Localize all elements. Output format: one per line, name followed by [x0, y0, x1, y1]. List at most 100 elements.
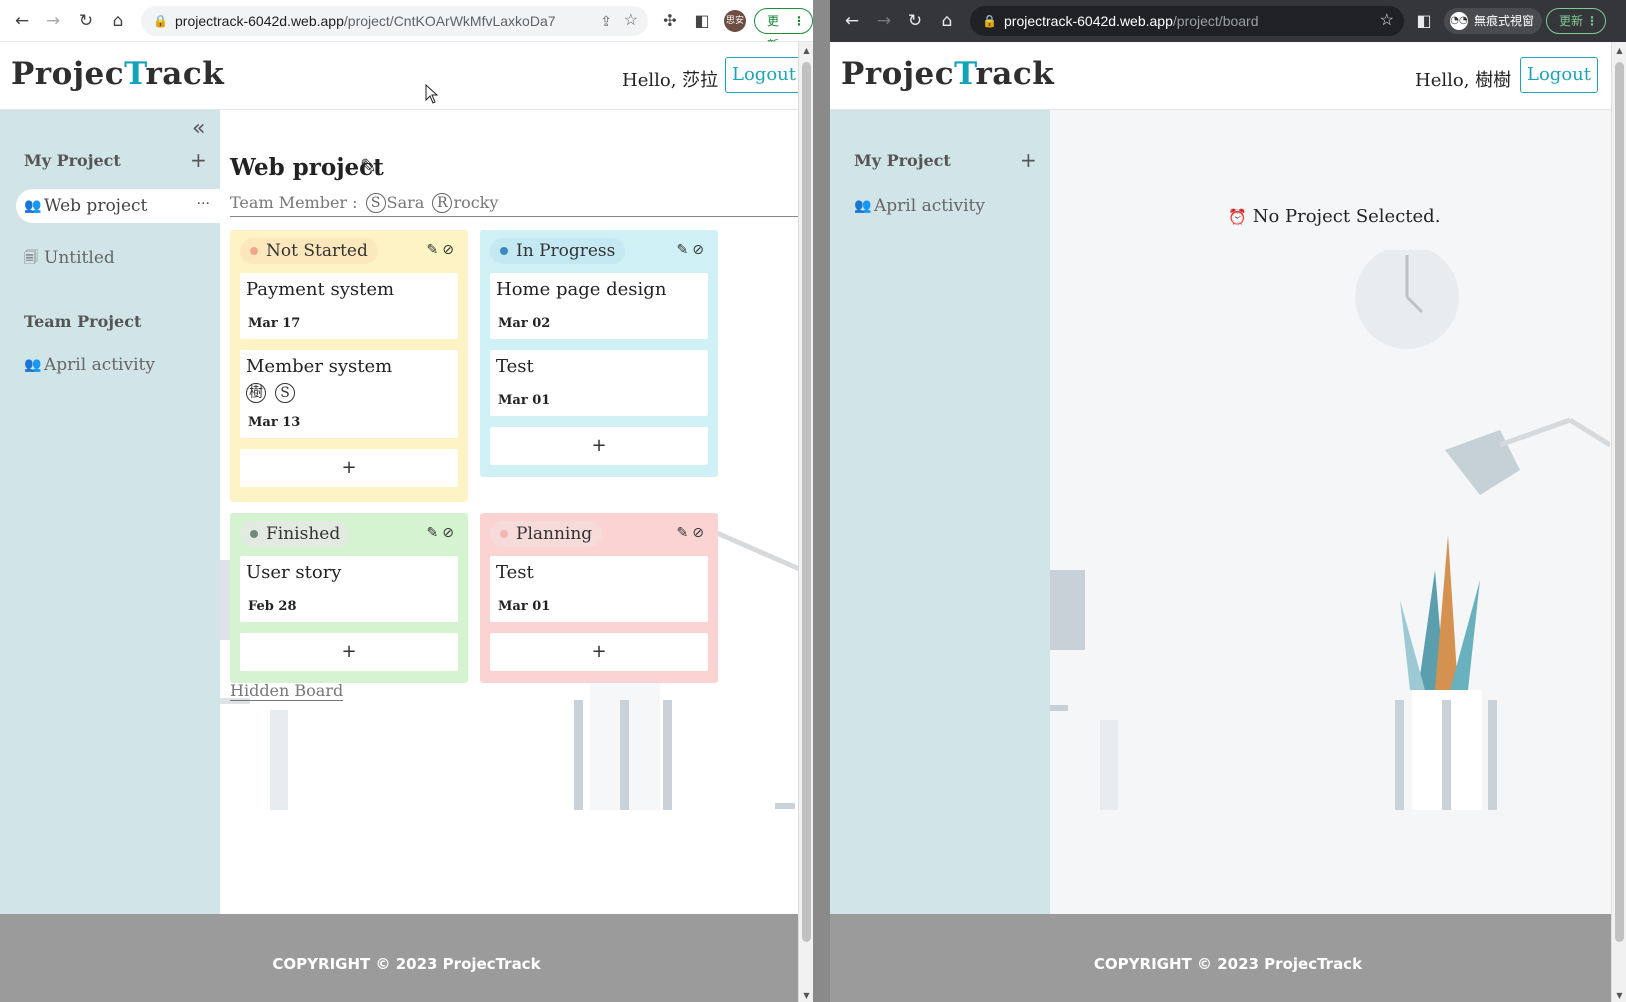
sidebar-item-label: Untitled [44, 248, 115, 268]
card-date: Mar 01 [498, 599, 551, 614]
add-card-button[interactable]: + [240, 633, 458, 671]
reload-icon[interactable]: ↻ [905, 11, 925, 31]
address-bar[interactable]: 🔒 projectrack-6042d.web.app/project/boar… [970, 6, 1404, 36]
card-date: Feb 28 [248, 599, 297, 614]
sidebar-item-web-project[interactable]: 👥 Web project ··· [16, 189, 220, 223]
logout-button[interactable]: Logout [725, 57, 803, 93]
page-scrollbar[interactable]: ▲ ▼ [1611, 42, 1626, 1002]
hidden-board-link[interactable]: Hidden Board [230, 682, 344, 701]
update-button[interactable]: 更新⋮ [754, 8, 813, 52]
background-illustration [1050, 250, 1610, 810]
empty-state-text: No Project Selected. [1252, 206, 1441, 227]
sidebar-item-april-activity[interactable]: 👥 April activity [16, 348, 220, 382]
hide-icon[interactable]: ⊘ [442, 242, 458, 258]
forward-icon[interactable]: → [874, 11, 894, 31]
add-card-button[interactable]: + [240, 449, 458, 487]
edit-icon[interactable]: ✎ [677, 242, 693, 258]
sidebar-item-label: Web project [44, 196, 148, 216]
home-icon[interactable]: ⌂ [937, 11, 957, 31]
hide-icon[interactable]: ⊘ [692, 525, 708, 541]
sidebar: « My Project + 👥 Web project ··· 🗐 Untit… [0, 110, 220, 914]
home-icon[interactable]: ⌂ [108, 11, 128, 31]
board-tools: ✎⊘ [427, 525, 458, 541]
side-panel-icon[interactable]: ◧ [692, 11, 712, 30]
member-avatar: 樹 [246, 383, 266, 403]
edit-icon[interactable]: ✎ [427, 525, 443, 541]
bookmark-star-icon[interactable]: ☆ [624, 6, 638, 36]
card-date: Mar 01 [498, 393, 551, 408]
mouse-cursor-icon [425, 84, 439, 104]
scroll-down-icon[interactable]: ▼ [799, 991, 813, 1000]
edit-icon[interactable]: ✎ [677, 525, 693, 541]
sidebar-item-april-activity[interactable]: 👥 April activity [846, 189, 1050, 223]
my-project-title: My Project [24, 151, 121, 170]
collapse-sidebar-icon[interactable]: « [192, 116, 205, 141]
app-header: ProjecTrack Hello, 樹樹 Logout [830, 42, 1626, 110]
card-avatars: 樹 S [246, 383, 296, 403]
reload-icon[interactable]: ↻ [76, 11, 96, 31]
add-project-icon[interactable]: + [190, 148, 207, 172]
browser-toolbar: ← → ↻ ⌂ 🔒 projectrack-6042d.web.app/proj… [0, 0, 813, 52]
menu-dots-icon: ⋮ [793, 14, 805, 28]
board-header[interactable]: Planning [490, 521, 603, 547]
back-icon[interactable]: ← [12, 11, 32, 31]
edit-project-icon[interactable]: ✎ [360, 154, 377, 178]
card-date: Mar 13 [248, 415, 301, 430]
task-card[interactable]: User story Feb 28 [240, 556, 458, 622]
scroll-up-icon[interactable]: ▲ [1612, 46, 1626, 55]
edit-icon[interactable]: ✎ [427, 242, 443, 258]
side-panel-icon[interactable]: ◧ [1414, 11, 1434, 30]
team-member-label: Team Member : [230, 193, 358, 212]
incognito-label: 無痕式視窗 [1474, 14, 1535, 28]
bookmark-star-icon[interactable]: ☆ [1380, 6, 1394, 36]
page-scrollbar[interactable]: ▲ ▼ [798, 42, 813, 1002]
url-path: /project/CntKOArWkMfvLaxkoDa7 [343, 13, 556, 29]
logout-button[interactable]: Logout [1520, 57, 1598, 93]
team-member-row: Team Member : S Sara Rrocky [230, 193, 805, 217]
back-icon[interactable]: ← [842, 11, 862, 31]
member-avatar[interactable]: R [432, 193, 453, 213]
team-icon: 👥 [854, 198, 872, 214]
scroll-thumb[interactable] [802, 62, 811, 942]
add-card-button[interactable]: + [490, 633, 708, 671]
sidebar-item-untitled[interactable]: 🗐 Untitled [16, 241, 220, 275]
task-card[interactable]: Test Mar 01 [490, 350, 708, 416]
status-dot [500, 530, 508, 538]
board-tools: ✎⊘ [677, 525, 708, 541]
hide-icon[interactable]: ⊘ [442, 525, 458, 541]
task-card[interactable]: Home page design Mar 02 [490, 273, 708, 339]
hide-icon[interactable]: ⊘ [692, 242, 708, 258]
more-options-icon[interactable]: ··· [197, 187, 210, 221]
greeting: Hello, 樹樹 [1415, 70, 1512, 91]
scroll-up-icon[interactable]: ▲ [799, 46, 813, 55]
board-header[interactable]: Not Started [240, 238, 378, 264]
board-tools: ✎⊘ [677, 242, 708, 258]
logo-text-start: Projec [841, 56, 955, 92]
footer: COPYRIGHT © 2023 ProjecTrack [830, 914, 1626, 1002]
logo[interactable]: ProjecTrack [841, 56, 1054, 92]
board-title: In Progress [516, 241, 616, 261]
app-header: ProjecTrack Hello, 莎拉 Logout [0, 42, 813, 110]
card-title: Test [496, 356, 534, 377]
incognito-badge[interactable]: ◔◔ 無痕式視窗 [1444, 8, 1543, 34]
board-header[interactable]: In Progress [490, 238, 626, 264]
task-card[interactable]: Member system 樹 S Mar 13 [240, 350, 458, 438]
task-card[interactable]: Payment system Mar 17 [240, 273, 458, 339]
member-avatar[interactable]: S [365, 193, 386, 213]
board-header[interactable]: Finished [240, 521, 351, 547]
add-project-icon[interactable]: + [1020, 148, 1037, 172]
profile-avatar[interactable]: 思安 [724, 10, 746, 32]
scroll-down-icon[interactable]: ▼ [1612, 991, 1626, 1000]
main-content: Web project ✎ Team Member : S Sara Rrocky… [220, 110, 813, 914]
address-bar[interactable]: 🔒 projectrack-6042d.web.app/project/CntK… [141, 6, 648, 36]
add-card-button[interactable]: + [490, 427, 708, 465]
extensions-icon[interactable]: ✣ [660, 11, 680, 30]
share-icon[interactable]: ⇪ [600, 6, 612, 36]
scroll-thumb[interactable] [1615, 62, 1624, 942]
update-button[interactable]: 更新⋮ [1546, 8, 1607, 34]
logo[interactable]: ProjecTrack [11, 56, 224, 92]
incognito-icon: ◔◔ [1450, 12, 1468, 30]
task-card[interactable]: Test Mar 01 [490, 556, 708, 622]
forward-icon[interactable]: → [43, 11, 63, 31]
card-title: User story [246, 562, 342, 583]
